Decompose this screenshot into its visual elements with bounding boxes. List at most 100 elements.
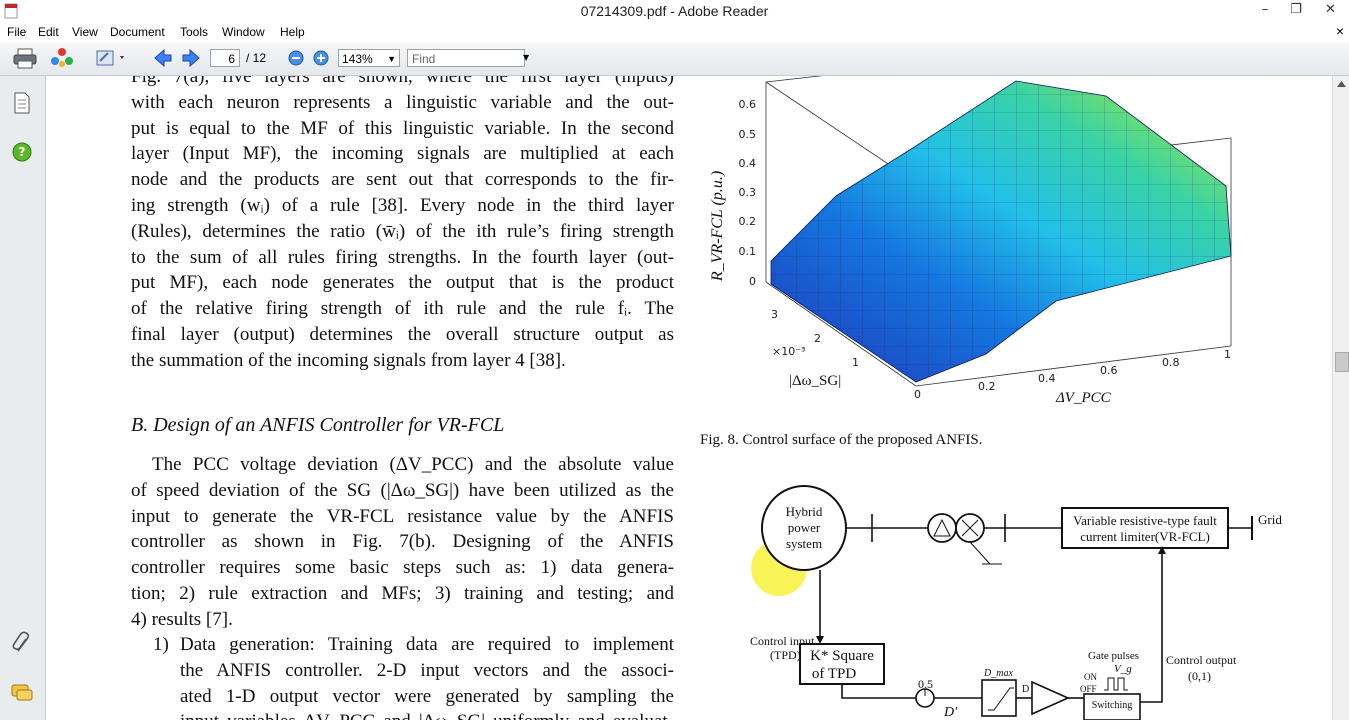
- window-title: 07214309.pdf - Adobe Reader: [580, 3, 769, 19]
- zoom-out-icon[interactable]: [286, 47, 306, 69]
- z-tick: 0: [749, 275, 756, 288]
- text-line: Fig. 7(a), five layers are shown, where …: [131, 76, 674, 87]
- d-label: D: [1022, 684, 1029, 695]
- z-tick: 0.4: [739, 157, 757, 170]
- body-text-bottom: The PCC voltage deviation (ΔV_PCC) and t…: [131, 452, 674, 633]
- fcl-label: Variable resistive-type fault: [1073, 513, 1217, 528]
- menu-view[interactable]: View: [72, 25, 98, 39]
- comments-icon[interactable]: [10, 682, 34, 704]
- gate-pulses-label: Gate pulses: [1088, 650, 1139, 662]
- figure-8-caption: Fig. 8. Control surface of the proposed …: [700, 432, 983, 448]
- text-line: final layer (output) determines the over…: [131, 323, 674, 345]
- z-tick: 0.3: [739, 186, 757, 199]
- z-tick: 0.2: [739, 215, 757, 228]
- hybrid-label: Hybrid: [786, 504, 823, 519]
- menu-help[interactable]: Help: [280, 25, 305, 39]
- text-line: (Rules), determines the ratio (w̄ᵢ) of t…: [131, 220, 674, 242]
- list-number: 1): [153, 634, 169, 655]
- scroll-up-icon[interactable]: [1336, 80, 1347, 88]
- page-number-input[interactable]: 6: [210, 49, 240, 67]
- d-prime-label: D′: [943, 705, 958, 720]
- z-tick: 0.1: [739, 245, 757, 258]
- text-line: put MF), each node generates the output …: [131, 272, 674, 294]
- x-tick: 1: [1224, 348, 1231, 361]
- pages-panel-icon[interactable]: [13, 92, 31, 114]
- menu-file[interactable]: File: [7, 25, 26, 39]
- text-line: the summation of the incoming signals fr…: [131, 349, 566, 371]
- dmax-label: D_max: [983, 668, 1013, 679]
- figure-9-block-diagram: Hybrid power system Variable resistive-t…: [750, 485, 1282, 720]
- y-tick: 3: [771, 308, 778, 321]
- grid-label: Grid: [1258, 512, 1282, 527]
- help-icon[interactable]: ?: [11, 141, 33, 163]
- menu-document[interactable]: Document: [110, 25, 165, 39]
- off-label: OFF: [1080, 684, 1097, 694]
- scroll-thumb[interactable]: [1335, 352, 1349, 372]
- document-view[interactable]: Fig. 7(a), five layers are shown, where …: [46, 76, 1332, 720]
- y-tick: 0: [914, 388, 921, 401]
- sign-dropdown-icon[interactable]: [94, 47, 128, 69]
- menu-bar: File Edit View Document Tools Window Hel…: [0, 22, 1349, 42]
- text-line: ing strength (wᵢ) of a rule [38]. Every …: [131, 194, 674, 216]
- saturation-block: [981, 679, 1017, 717]
- find-dropdown-icon[interactable]: ▼: [523, 53, 529, 62]
- text-line: ated 1-D output vector were generated by…: [180, 685, 674, 707]
- menu-window[interactable]: Window: [222, 25, 265, 39]
- title-bar: 07214309.pdf - Adobe Reader – ❐ ✕: [0, 0, 1349, 23]
- text-line: node and the products are sent out that …: [131, 169, 674, 191]
- text-line: controller requires some basic steps suc…: [131, 557, 674, 579]
- menu-tools[interactable]: Tools: [180, 25, 208, 39]
- control-input-label: (TPD): [770, 648, 801, 662]
- svg-text:?: ?: [19, 145, 26, 159]
- find-input[interactable]: Find: [407, 49, 525, 67]
- x-tick: 0.6: [1100, 364, 1118, 377]
- close-document-icon[interactable]: ×: [1336, 23, 1344, 39]
- switching-label: Switching: [1092, 700, 1133, 711]
- figure-8-surface-plot: 0.6 0.5 0.4 0.3 0.2 0.1 0 R_VR-FCL (p.u.…: [709, 76, 1232, 406]
- text-line: 4) results [7].: [131, 608, 233, 630]
- text-line: The PCC voltage deviation (ΔV_PCC) and t…: [152, 454, 674, 475]
- control-output-label: (0,1): [1188, 669, 1211, 683]
- z-axis-label: R_VR-FCL (p.u.): [709, 171, 726, 282]
- chevron-down-icon: ▼: [387, 54, 396, 64]
- zoom-value: 143%: [342, 52, 373, 66]
- close-button[interactable]: ✕: [1312, 0, 1349, 21]
- zoom-in-icon[interactable]: [311, 47, 331, 69]
- y-multiplier: ×10⁻³: [772, 345, 805, 358]
- page-total: / 12: [246, 51, 267, 65]
- text-line: with each neuron represents a linguistic…: [131, 91, 674, 113]
- print-icon[interactable]: [12, 47, 38, 69]
- half-label: 0.5: [918, 677, 933, 691]
- restore-button[interactable]: ❐: [1281, 0, 1311, 21]
- fcl-label: current limiter(VR-FCL): [1080, 529, 1210, 544]
- control-output-label: Control output: [1166, 653, 1237, 667]
- text-line: to the sum of all rules firing strengths…: [131, 246, 674, 268]
- comparator-block: [1031, 680, 1070, 716]
- navigation-panel: ?: [0, 76, 46, 720]
- collaborate-icon[interactable]: [50, 47, 74, 69]
- text-line: tion; 2) rule extraction and MFs; 3) tra…: [131, 582, 674, 604]
- list-item-text: Data generation: Training data are requi…: [180, 632, 674, 720]
- text-line: put is equal to the MF of this linguisti…: [131, 117, 674, 139]
- x-tick: 0.4: [1038, 372, 1056, 385]
- zoom-select[interactable]: 143% ▼: [338, 49, 400, 67]
- body-text-top: Fig. 7(a), five layers are shown, where …: [131, 76, 674, 374]
- previous-page-icon[interactable]: [152, 47, 174, 69]
- text-line: input to generate the VR-FCL resistance …: [131, 505, 674, 527]
- text-line: of speed deviation of the SG (|Δω_SG|) h…: [131, 479, 674, 501]
- y-axis-label: |Δω_SG|: [789, 373, 841, 389]
- hybrid-label: system: [786, 536, 822, 551]
- text-line: input variables ΔV_PCC and |Δω_SG| unifo…: [180, 709, 674, 720]
- y-tick: 1: [852, 356, 859, 369]
- menu-edit[interactable]: Edit: [38, 25, 59, 39]
- attachments-icon[interactable]: [12, 631, 32, 655]
- toolbar: 6 / 12 143% ▼ Find ▼: [0, 42, 1349, 76]
- z-tick: 0.5: [739, 128, 757, 141]
- minimize-button[interactable]: –: [1250, 0, 1280, 21]
- vertical-scrollbar[interactable]: [1332, 76, 1349, 720]
- transformer-node: [927, 513, 957, 543]
- ksquare-label: of TPD: [812, 666, 856, 682]
- next-page-icon[interactable]: [180, 47, 202, 69]
- y-tick: 2: [814, 332, 821, 345]
- vg-label: V_g: [1114, 663, 1132, 675]
